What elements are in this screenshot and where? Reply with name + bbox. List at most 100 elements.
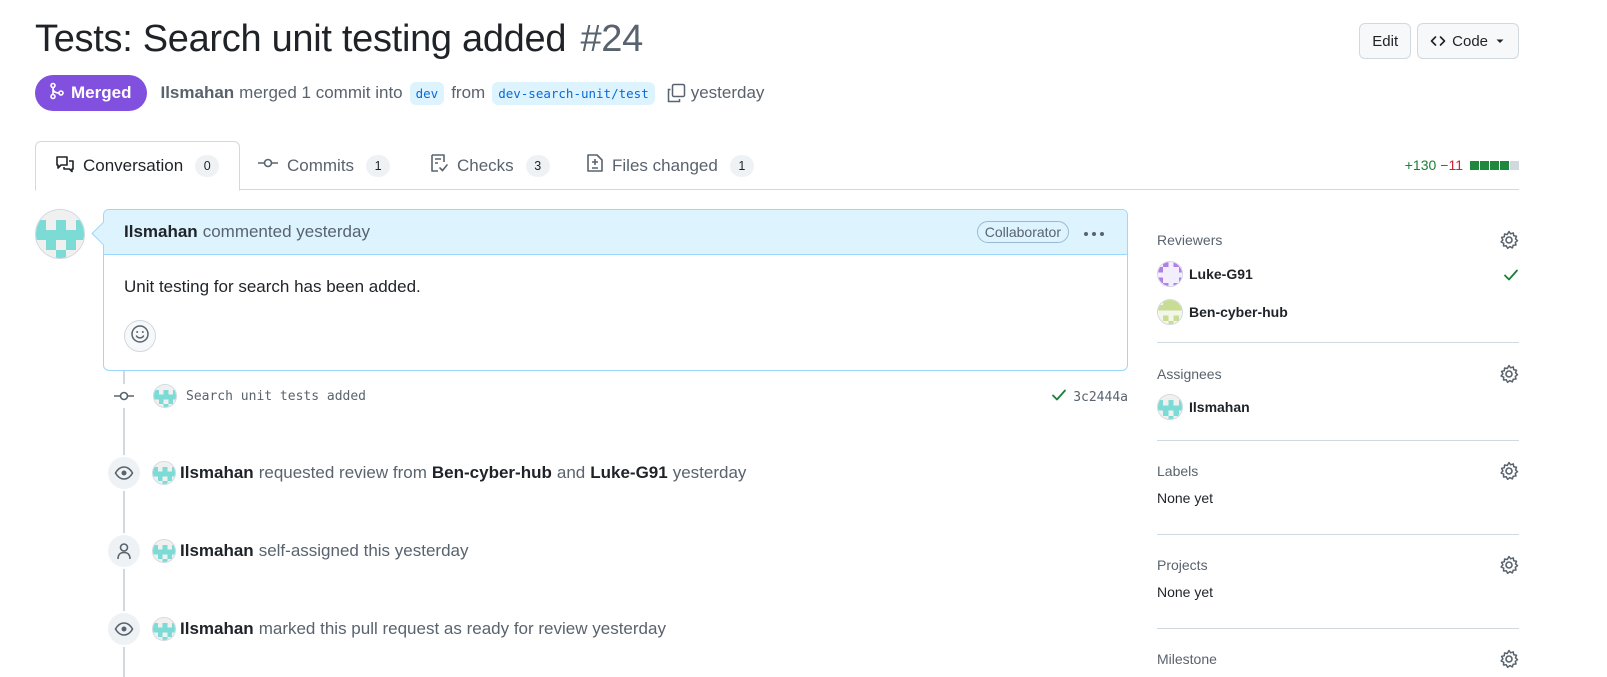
tab-commits[interactable]: Commits 1 <box>257 141 391 190</box>
event-actor[interactable]: Ilsmahan <box>180 541 254 561</box>
event-reviewer-link[interactable]: Ben-cyber-hub <box>432 463 552 483</box>
comment-author[interactable]: Ilsmahan <box>124 222 198 242</box>
checklist-icon <box>429 153 449 178</box>
comment-header: Ilsmahan commented yesterday Collaborato… <box>104 210 1127 255</box>
event-text: self-assigned this yesterday <box>258 541 469 560</box>
assignee-item[interactable]: Ilsmahan <box>1157 389 1519 425</box>
eye-icon <box>106 611 142 647</box>
reviewer-name[interactable]: Ben-cyber-hub <box>1189 304 1288 320</box>
timeline-event-self-assigned: Ilsmahan self-assigned this yesterday <box>106 533 473 569</box>
event-actor[interactable]: Ilsmahan <box>180 619 254 639</box>
labels-section: Labels None yet <box>1157 456 1519 506</box>
milestone-section: Milestone <box>1157 644 1519 674</box>
smiley-icon <box>130 324 150 349</box>
reviewer-item[interactable]: Luke-G91 <box>1157 255 1519 293</box>
avatar <box>1157 299 1183 325</box>
diffstat: +130 −11 <box>1405 157 1519 173</box>
check-icon <box>1503 267 1519 286</box>
timeline-event-review-requested: Ilsmahan requested review from Ben-cyber… <box>106 455 751 491</box>
avatar <box>1157 394 1183 420</box>
commit-icon <box>112 384 136 408</box>
event-time: yesterday <box>672 463 747 482</box>
code-button-label: Code <box>1452 32 1488 50</box>
labels-value: None yet <box>1157 490 1214 506</box>
pr-title: Tests: Search unit testing added #24 <box>35 18 643 61</box>
avatar[interactable] <box>152 539 176 563</box>
head-branch[interactable]: dev-search-unit/test <box>492 81 655 105</box>
divider <box>1157 534 1519 535</box>
tab-conversation[interactable]: Conversation 0 <box>35 141 241 191</box>
comment-action: commented yesterday <box>202 222 370 241</box>
tab-files-changed[interactable]: Files changed 1 <box>586 141 754 190</box>
tab-checks[interactable]: Checks 3 <box>429 141 550 190</box>
avatar[interactable] <box>152 617 176 641</box>
projects-value: None yet <box>1157 584 1214 600</box>
reviewers-section: Reviewers Luke-G91 Ben-cyber-hub <box>1157 225 1519 331</box>
timeline-commit: Search unit tests added 3c2444a <box>112 381 1128 411</box>
person-icon <box>106 533 142 569</box>
check-icon[interactable] <box>1051 387 1067 407</box>
divider <box>1157 440 1519 441</box>
avatar[interactable] <box>152 461 176 485</box>
edit-button[interactable]: Edit <box>1359 23 1412 59</box>
tab-conversation-counter: 0 <box>195 155 220 177</box>
assignee-name[interactable]: Ilsmahan <box>1189 399 1250 415</box>
diffstat-bar <box>1469 160 1519 170</box>
pr-title-text: Tests: Search unit testing added <box>35 18 567 60</box>
avatar[interactable] <box>35 209 85 259</box>
base-branch[interactable]: dev <box>409 81 445 105</box>
milestone-title: Milestone <box>1157 651 1217 667</box>
tab-checks-label: Checks <box>457 155 514 175</box>
comment-discussion-icon <box>55 155 75 178</box>
diffstat-block <box>1500 160 1509 170</box>
event-actor[interactable]: Ilsmahan <box>180 463 254 483</box>
tab-commits-label: Commits <box>287 155 355 175</box>
gear-icon[interactable] <box>1499 364 1519 384</box>
pr-meta: Merged Ilsmahan merged 1 commit into dev… <box>35 75 764 111</box>
projects-title: Projects <box>1157 557 1208 573</box>
gear-icon[interactable] <box>1499 230 1519 250</box>
divider <box>1157 342 1519 343</box>
merged-state-label: Merged <box>71 83 132 102</box>
gear-icon[interactable] <box>1499 461 1519 481</box>
projects-section: Projects None yet <box>1157 550 1519 600</box>
merged-state-badge: Merged <box>35 75 148 111</box>
tab-files-changed-counter: 1 <box>729 154 754 177</box>
collaborator-badge: Collaborator <box>976 221 1069 243</box>
merger-link[interactable]: Ilsmahan <box>160 83 234 103</box>
merge-icon <box>49 82 65 105</box>
tab-files-changed-label: Files changed <box>612 155 718 175</box>
tab-conversation-label: Conversation <box>83 156 184 175</box>
copy-icon[interactable] <box>666 83 686 103</box>
diffstat-block <box>1480 160 1489 170</box>
event-text: and <box>556 463 586 482</box>
pr-number: #24 <box>580 18 643 60</box>
eye-icon <box>106 455 142 491</box>
reviewer-item[interactable]: Ben-cyber-hub <box>1157 293 1519 331</box>
kebab-horizontal-icon[interactable] <box>1083 223 1105 243</box>
avatar[interactable] <box>153 384 177 408</box>
gear-icon[interactable] <box>1499 555 1519 575</box>
diffstat-deletions: −11 <box>1440 157 1463 173</box>
gear-icon[interactable] <box>1499 649 1519 669</box>
from-text: from <box>451 83 486 102</box>
divider <box>1157 628 1519 629</box>
merge-time: yesterday <box>690 83 765 102</box>
pr-tabs: Conversation 0 Commits 1 Checks 3 Files … <box>35 141 1519 191</box>
diffstat-block <box>1490 160 1499 170</box>
labels-title: Labels <box>1157 463 1199 479</box>
tab-checks-counter: 3 <box>525 154 550 177</box>
commit-icon <box>257 155 279 176</box>
code-button[interactable]: Code <box>1417 23 1519 59</box>
event-text: requested review from <box>258 463 427 482</box>
assignees-section: Assignees Ilsmahan <box>1157 359 1519 425</box>
add-reaction-button[interactable] <box>124 320 156 352</box>
event-reviewer-link[interactable]: Luke-G91 <box>590 463 667 483</box>
tab-commits-counter: 1 <box>366 154 391 177</box>
commit-message[interactable]: Search unit tests added <box>186 389 366 404</box>
reviewer-name[interactable]: Luke-G91 <box>1189 266 1253 282</box>
edit-button-label: Edit <box>1372 32 1399 50</box>
comment-box: Ilsmahan commented yesterday Collaborato… <box>103 209 1128 371</box>
event-text: marked this pull request as ready for re… <box>258 619 666 638</box>
commit-sha[interactable]: 3c2444a <box>1073 390 1128 405</box>
